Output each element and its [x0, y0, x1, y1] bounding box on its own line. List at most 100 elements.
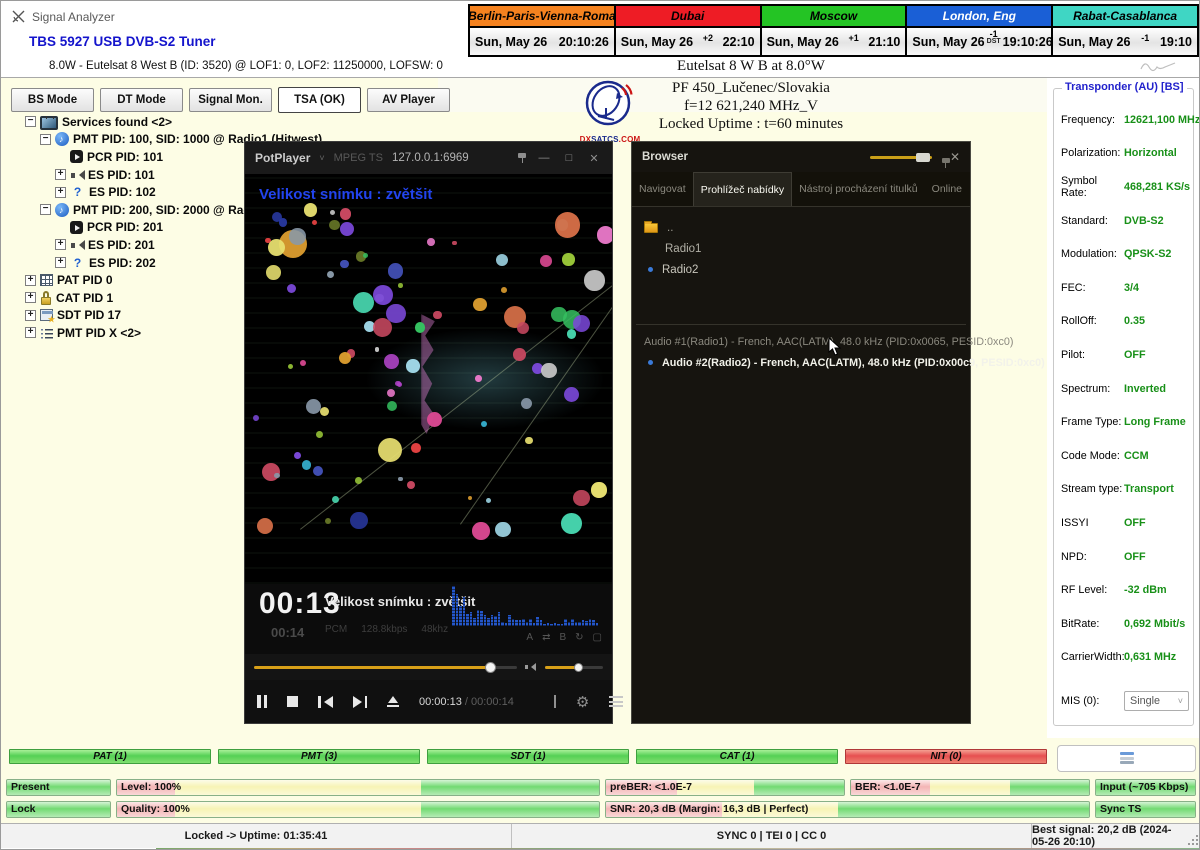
bitrate-label: 128.8kbps	[361, 624, 407, 635]
expander-icon[interactable]	[25, 327, 36, 338]
video-glow	[355, 324, 612, 434]
audio-track-1[interactable]: Audio #1(Radio1) - French, AAC(LATM), 48…	[632, 331, 970, 352]
tp-row-stream-type: Stream type:Transport	[1061, 473, 1189, 507]
browser-titlebar[interactable]: Browser ✕	[632, 142, 970, 172]
dxsatcs-logo-icon	[584, 78, 636, 130]
tp-row-fec: FEC:3/4	[1061, 271, 1189, 305]
satellite-header: Eutelsat 8 W B at 8.0°W	[461, 58, 1041, 75]
next-button[interactable]	[353, 696, 368, 708]
chevron-down-icon: ˅	[319, 153, 324, 163]
signature-scribble	[1139, 59, 1179, 73]
expander-icon[interactable]	[55, 169, 66, 180]
tab-bs-mode[interactable]: BS Mode	[11, 88, 94, 112]
expander-icon[interactable]	[40, 204, 51, 215]
volume-slider[interactable]	[545, 666, 603, 669]
clock-date: Sun, May 26	[912, 35, 984, 49]
status-best-signal: Best signal: 20,2 dB (2024-05-26 20:10)	[1031, 824, 1187, 848]
marker-a-icon[interactable]: A	[526, 632, 533, 643]
volume-thumb[interactable]	[574, 663, 583, 672]
question-icon	[70, 255, 85, 270]
opacity-slider[interactable]	[870, 156, 932, 159]
time-display: 00:00:13 / 00:00:14	[419, 696, 514, 708]
clock-time: 21:10	[868, 35, 900, 49]
tab-menu-browser[interactable]: Prohlížeč nabídky	[693, 172, 792, 206]
browser-window: Browser ✕ Navigovat Prohlížeč nabídky Ná…	[631, 141, 971, 724]
tab-navigate[interactable]: Navigovat	[632, 172, 693, 206]
clock-city-label: London, Eng	[907, 6, 1051, 28]
seek-thumb[interactable]	[485, 662, 496, 673]
tab-dt-mode[interactable]: DT Mode	[100, 88, 183, 112]
close-icon[interactable]: ✕	[950, 150, 960, 164]
list-item-parent[interactable]: ..	[632, 217, 970, 238]
stop-button[interactable]	[287, 696, 298, 707]
tree-item-services[interactable]: Services found <2>	[9, 113, 429, 131]
expander-icon[interactable]	[25, 292, 36, 303]
stream-type-label: MPEG TS	[334, 152, 383, 164]
maximize-button[interactable]: □	[561, 152, 577, 164]
expand-icon[interactable]: ▢	[593, 632, 602, 643]
clock-city-label: Dubai	[616, 6, 760, 28]
speaker-icon	[70, 168, 84, 182]
speaker-icon	[70, 238, 84, 252]
selected-bullet-icon	[648, 267, 653, 272]
pcr-clock-icon	[70, 221, 83, 234]
sync-indicator: Sync TS	[1095, 801, 1196, 818]
lock-icon	[40, 291, 52, 305]
preber-bar: preBER: <1.0E-7	[605, 779, 845, 796]
clock-dubai: Dubai Sun, May 26+222:10	[614, 6, 760, 55]
menu-icon[interactable]	[609, 694, 623, 710]
playlist-icon[interactable]	[554, 695, 556, 708]
expander-icon[interactable]	[55, 187, 66, 198]
swap-icon[interactable]: ⇄	[542, 632, 550, 643]
clock-city-label: Moscow	[762, 6, 906, 28]
level-bar: Level: 100%	[116, 779, 600, 796]
frequency-header: f=12 621,240 MHz_V	[461, 98, 1041, 115]
opacity-slider-thumb[interactable]	[916, 153, 930, 162]
video-area[interactable]: Velikost snímku : zvětšit	[245, 174, 612, 584]
status-uptime: Locked -> Uptime: 01:35:41	[1, 824, 511, 848]
clock-london: London, Eng Sun, May 26-1DST19:10:26	[905, 6, 1051, 55]
minimize-button[interactable]: —	[536, 152, 552, 164]
expander-icon[interactable]	[40, 134, 51, 145]
audio-track-2[interactable]: Audio #2(Radio2) - French, AAC(LATM), 48…	[632, 352, 970, 373]
seek-bar[interactable]	[254, 666, 517, 669]
record-box[interactable]	[1057, 745, 1196, 772]
gear-icon[interactable]: ⚙	[576, 693, 589, 711]
resize-grip[interactable]	[1187, 834, 1199, 846]
expander-icon[interactable]	[25, 116, 36, 127]
nit-table-bar: NIT (0)	[845, 749, 1047, 764]
expander-icon[interactable]	[25, 310, 36, 321]
tab-av-player[interactable]: AV Player	[367, 88, 450, 112]
seek-row	[245, 654, 612, 680]
list-item-radio1[interactable]: Radio1	[632, 238, 970, 259]
tab-subtitle-browser[interactable]: Nástroj procházení titulků	[792, 172, 924, 206]
repeat-icon[interactable]: ↻	[575, 632, 583, 643]
pin-icon[interactable]	[517, 152, 527, 164]
window-title: Signal Analyzer	[32, 10, 115, 24]
potplayer-app-name[interactable]: PotPlayer	[255, 151, 310, 165]
ber-bar: BER: <1.0E-7	[850, 779, 1090, 796]
potplayer-titlebar[interactable]: PotPlayer ˅ MPEG TS 127.0.0.1:6969 — □ ✕	[245, 142, 612, 174]
close-button[interactable]: ✕	[586, 152, 602, 165]
eject-button[interactable]	[387, 696, 399, 708]
pause-button[interactable]	[257, 695, 267, 708]
mode-tab-bar: BS Mode DT Mode Signal Mon. TSA (OK) AV …	[11, 88, 450, 113]
transponder-groupbox: Transponder (AU) [BS] Frequency:12621,10…	[1053, 88, 1194, 726]
expander-icon[interactable]	[55, 257, 66, 268]
transponder-title: Transponder (AU) [BS]	[1062, 81, 1187, 93]
expander-icon[interactable]	[25, 275, 36, 286]
tab-signal-mon[interactable]: Signal Mon.	[189, 88, 272, 112]
uptime-header: Locked Uptime : t=60 minutes	[461, 116, 1041, 133]
expander-icon[interactable]	[55, 239, 66, 250]
tab-tsa[interactable]: TSA (OK)	[278, 87, 361, 113]
pmt-table-bar: PMT (3)	[218, 749, 420, 764]
marker-b-icon[interactable]: B	[559, 632, 566, 643]
tab-online[interactable]: Online	[925, 172, 969, 206]
audio-note-icon	[55, 132, 69, 146]
volume-icon[interactable]	[525, 661, 537, 673]
mis-select[interactable]: Single˅	[1124, 691, 1189, 711]
window-star-icon	[40, 309, 53, 321]
drive-icon	[1120, 752, 1134, 765]
previous-button[interactable]	[318, 696, 333, 708]
list-item-radio2[interactable]: Radio2	[632, 259, 970, 280]
